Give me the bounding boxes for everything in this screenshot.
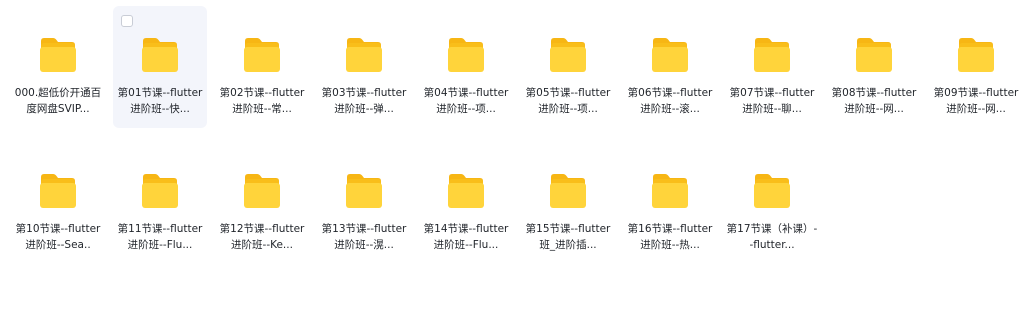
file-name: 第07节课--flutter进阶班--聊... xyxy=(729,87,815,115)
file-item[interactable]: 第09节课--flutter进阶班--网... xyxy=(929,6,1023,128)
file-item[interactable]: 第08节课--flutter进阶班--网... xyxy=(827,6,921,128)
file-name: 000.超低价开通百度网盘SVIP... xyxy=(14,87,102,115)
file-name: 第04节课--flutter进阶班--项... xyxy=(423,87,509,115)
folder-icon xyxy=(856,38,892,72)
folder-icon xyxy=(142,174,178,208)
file-item[interactable]: 第15节课--flutter班_进阶插... xyxy=(521,142,615,264)
folder-icon xyxy=(40,174,76,208)
file-item[interactable]: 第07节课--flutter进阶班--聊... xyxy=(725,6,819,128)
file-name: 第10节课--flutter进阶班--Sea.. xyxy=(15,223,101,251)
folder-icon xyxy=(142,38,178,72)
folder-icon xyxy=(550,38,586,72)
folder-icon xyxy=(550,174,586,208)
file-item[interactable]: 第16节课--flutter进阶班--热... xyxy=(623,142,717,264)
folder-icon xyxy=(244,38,280,72)
folder-icon xyxy=(40,38,76,72)
folder-icon xyxy=(448,38,484,72)
file-item[interactable]: 第02节课--flutter进阶班--常... xyxy=(215,6,309,128)
file-name: 第02节课--flutter进阶班--常... xyxy=(219,87,305,115)
file-item[interactable]: 第01节课--flutter进阶班--快... xyxy=(113,6,207,128)
folder-icon xyxy=(754,38,790,72)
file-name: 第17节课（补课）--flutter... xyxy=(726,223,818,251)
folder-icon xyxy=(958,38,994,72)
folder-icon xyxy=(346,174,382,208)
file-item[interactable]: 第03节课--flutter进阶班--弹... xyxy=(317,6,411,128)
file-name: 第11节课--flutter进阶班--Flu... xyxy=(117,223,203,251)
file-name: 第06节课--flutter进阶班--滚... xyxy=(627,87,713,115)
file-name: 第08节课--flutter进阶班--网... xyxy=(831,87,917,115)
file-name: 第13节课--flutter进阶班--滉... xyxy=(321,223,407,251)
folder-icon xyxy=(652,174,688,208)
file-item[interactable]: 第04节课--flutter进阶班--项... xyxy=(419,6,513,128)
file-item[interactable]: 第14节课--flutter进阶班--Flu... xyxy=(419,142,513,264)
file-item[interactable]: 第06节课--flutter进阶班--滚... xyxy=(623,6,717,128)
file-name: 第09节课--flutter进阶班--网... xyxy=(933,87,1019,115)
file-item[interactable]: 第13节课--flutter进阶班--滉... xyxy=(317,142,411,264)
file-name: 第15节课--flutter班_进阶插... xyxy=(525,223,611,251)
file-name: 第14节课--flutter进阶班--Flu... xyxy=(423,223,509,251)
checkbox-icon[interactable] xyxy=(121,15,133,27)
file-grid: 000.超低价开通百度网盘SVIP... 第01节课--flutter进阶班--快… xyxy=(7,6,1024,278)
file-name: 第01节课--flutter进阶班--快... xyxy=(117,87,203,115)
file-item[interactable]: 000.超低价开通百度网盘SVIP... xyxy=(11,6,105,128)
file-name: 第05节课--flutter进阶班--项... xyxy=(525,87,611,115)
file-item[interactable]: 第05节课--flutter进阶班--项... xyxy=(521,6,615,128)
folder-icon xyxy=(244,174,280,208)
file-item[interactable]: 第17节课（补课）--flutter... xyxy=(725,142,819,264)
file-name: 第16节课--flutter进阶班--热... xyxy=(627,223,713,251)
file-name: 第12节课--flutter进阶班--Ke... xyxy=(219,223,305,251)
folder-icon xyxy=(448,174,484,208)
file-item[interactable]: 第12节课--flutter进阶班--Ke... xyxy=(215,142,309,264)
file-item[interactable]: 第11节课--flutter进阶班--Flu... xyxy=(113,142,207,264)
file-name: 第03节课--flutter进阶班--弹... xyxy=(321,87,407,115)
folder-icon xyxy=(754,174,790,208)
folder-icon xyxy=(652,38,688,72)
file-item[interactable]: 第10节课--flutter进阶班--Sea.. xyxy=(11,142,105,264)
folder-icon xyxy=(346,38,382,72)
